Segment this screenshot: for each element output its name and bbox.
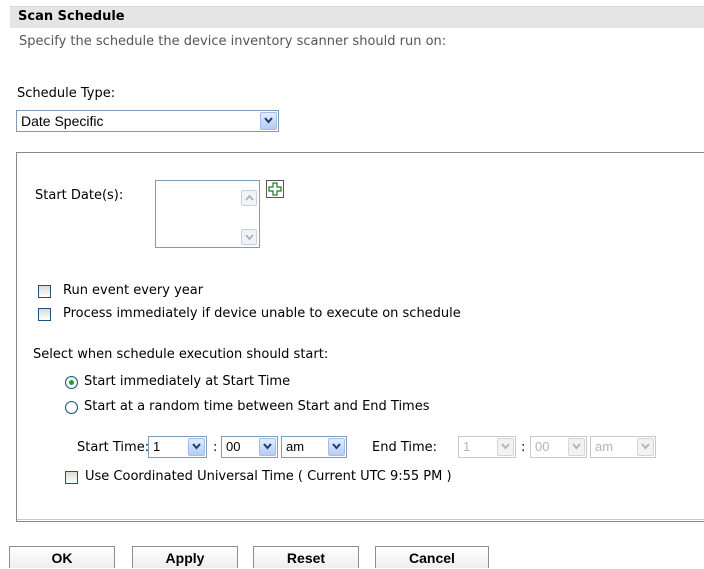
chevron-down-icon[interactable] — [328, 438, 345, 456]
end-ampm-select: am — [590, 436, 656, 458]
end-hour-select: 1 — [458, 436, 516, 458]
start-immediately-label: Start immediately at Start Time — [84, 374, 291, 389]
start-hour-value: 1 — [153, 439, 161, 454]
start-ampm-select[interactable]: am — [281, 436, 347, 458]
end-time-label: End Time: — [372, 440, 438, 455]
reset-button[interactable]: Reset — [253, 546, 359, 568]
run-every-year-checkbox[interactable] — [38, 285, 51, 298]
schedule-type-select[interactable]: Date Specific — [16, 110, 279, 132]
start-dates-list[interactable] — [155, 180, 260, 248]
end-ampm-value: am — [595, 439, 614, 454]
chevron-down-icon — [568, 438, 585, 456]
scroll-up-icon[interactable] — [241, 190, 257, 206]
panel-divider — [17, 519, 704, 520]
apply-button[interactable]: Apply — [132, 546, 238, 568]
start-dates-label: Start Date(s): — [35, 188, 124, 203]
execution-start-label: Select when schedule execution should st… — [33, 347, 329, 362]
ok-button[interactable]: OK — [9, 546, 115, 568]
time-separator: : — [213, 440, 218, 455]
start-ampm-value: am — [286, 439, 305, 454]
section-header: Scan Schedule — [10, 6, 704, 28]
start-random-label: Start at a random time between Start and… — [84, 399, 430, 414]
chevron-down-icon[interactable] — [260, 112, 277, 130]
section-title: Scan Schedule — [18, 9, 125, 24]
start-time-label: Start Time: — [77, 440, 150, 455]
schedule-options-panel — [16, 152, 704, 522]
chevron-down-icon — [497, 438, 514, 456]
scroll-down-icon[interactable] — [241, 229, 257, 245]
chevron-down-icon — [637, 438, 654, 456]
process-immediately-checkbox[interactable] — [38, 308, 51, 321]
schedule-type-label: Schedule Type: — [17, 86, 116, 101]
end-hour-value: 1 — [463, 439, 471, 454]
use-utc-checkbox[interactable] — [65, 471, 78, 484]
process-immediately-label: Process immediately if device unable to … — [63, 306, 461, 321]
start-hour-select[interactable]: 1 — [148, 436, 207, 458]
cancel-button[interactable]: Cancel — [375, 546, 489, 568]
use-utc-label: Use Coordinated Universal Time ( Current… — [85, 469, 452, 484]
run-every-year-label: Run event every year — [63, 283, 204, 298]
radio-selected-dot — [69, 380, 74, 385]
start-minute-value: 00 — [226, 439, 241, 454]
plus-icon — [268, 182, 282, 196]
end-minute-value: 00 — [535, 439, 550, 454]
section-description: Specify the schedule the device inventor… — [19, 34, 447, 49]
start-random-radio[interactable] — [65, 401, 78, 414]
add-date-button[interactable] — [266, 180, 284, 198]
end-time-separator: : — [521, 440, 526, 455]
start-minute-select[interactable]: 00 — [221, 436, 278, 458]
chevron-down-icon[interactable] — [188, 438, 205, 456]
start-immediately-radio[interactable] — [65, 376, 78, 389]
schedule-type-value: Date Specific — [21, 113, 104, 129]
chevron-down-icon[interactable] — [259, 438, 276, 456]
end-minute-select: 00 — [530, 436, 587, 458]
